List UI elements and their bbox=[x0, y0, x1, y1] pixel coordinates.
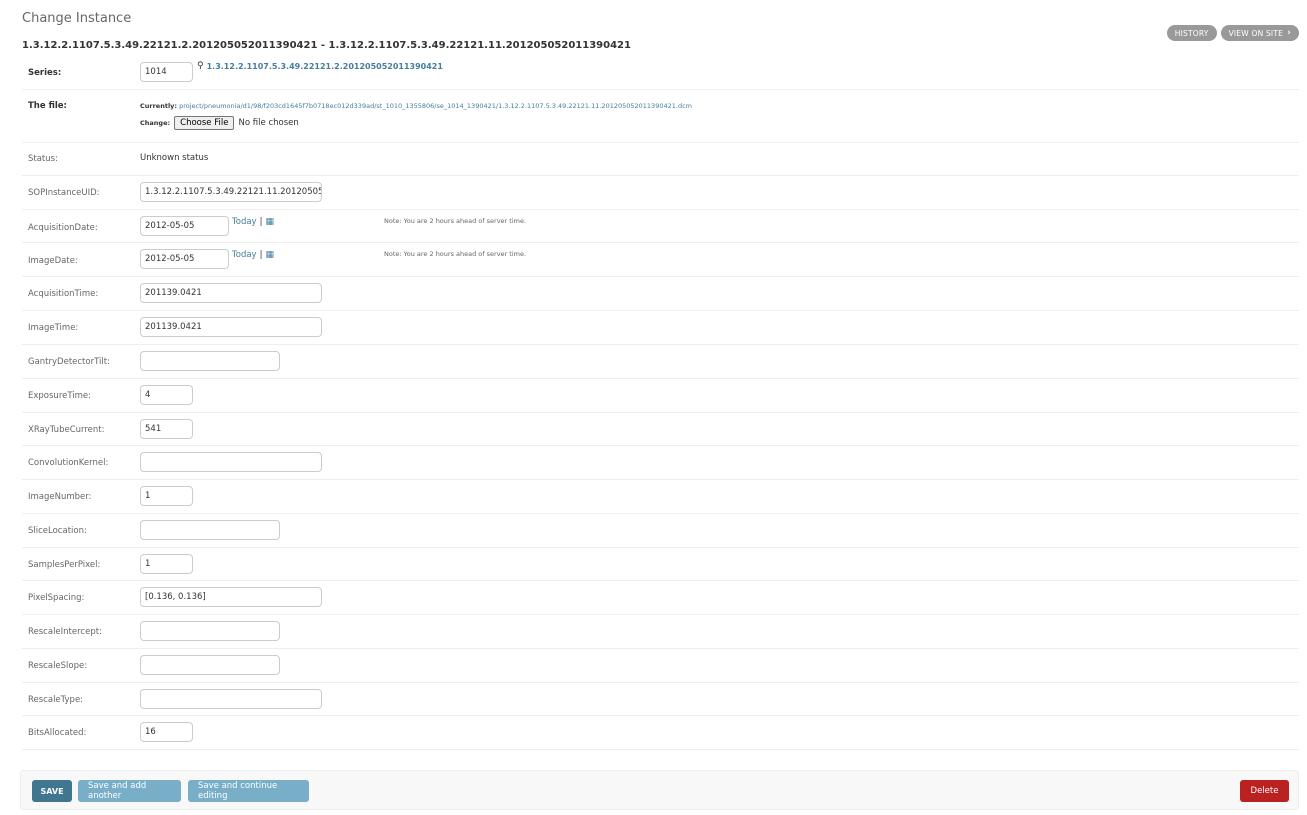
view-on-site-label: VIEW ON SITE bbox=[1228, 28, 1284, 38]
pixel-spacing-input[interactable]: [0.136, 0.136] bbox=[140, 587, 322, 607]
series-lookup-text: 1.3.12.2.1107.5.3.49.22121.2.20120505201… bbox=[206, 61, 443, 71]
form-row-convolution-kernel: ConvolutionKernel: bbox=[22, 446, 1299, 480]
convolution-kernel-input[interactable] bbox=[140, 452, 322, 472]
exposure-time-label: ExposureTime: bbox=[28, 391, 92, 401]
slice-location-input[interactable] bbox=[140, 520, 280, 540]
form-row-acquisition-time: AcquisitionTime: 201139.0421 bbox=[22, 277, 1299, 311]
change-label: Change: bbox=[140, 119, 171, 127]
form-row-pixel-spacing: PixelSpacing: [0.136, 0.136] bbox=[22, 581, 1299, 615]
form-row-exposure-time: ExposureTime: 4 bbox=[22, 379, 1299, 413]
status-label: Status: bbox=[28, 154, 58, 164]
chevron-right-icon: › bbox=[1287, 28, 1291, 38]
delete-button[interactable]: Delete bbox=[1240, 780, 1289, 802]
search-icon: ⚲ bbox=[197, 61, 204, 71]
shortcut-separator: | bbox=[259, 250, 263, 260]
samples-per-pixel-label: SamplesPerPixel: bbox=[28, 560, 101, 570]
sop-uid-label: SOPInstanceUID: bbox=[28, 188, 100, 198]
form-row-image-number: ImageNumber: 1 bbox=[22, 480, 1299, 514]
pixel-spacing-label: PixelSpacing: bbox=[28, 593, 85, 603]
series-input[interactable]: 1014 bbox=[140, 62, 193, 82]
form-row-file: The file: Currently: project/pneumonia/d… bbox=[22, 90, 1299, 143]
save-and-continue-button[interactable]: Save and continue editing bbox=[188, 780, 309, 802]
form-row-status: Status: Unknown status bbox=[22, 143, 1299, 176]
timezone-note: Note: You are 2 hours ahead of server ti… bbox=[384, 250, 527, 258]
object-title: 1.3.12.2.1107.5.3.49.22121.2.20120505201… bbox=[22, 40, 631, 51]
file-label: The file: bbox=[28, 101, 67, 111]
form-row-acquisition-date: AcquisitionDate: 2012-05-05 Today | ▦ No… bbox=[22, 210, 1299, 243]
image-date-shortcuts: Today | ▦ bbox=[232, 250, 274, 260]
image-date-label: ImageDate: bbox=[28, 256, 78, 266]
gantry-tilt-input[interactable] bbox=[140, 351, 280, 371]
bits-allocated-input[interactable]: 16 bbox=[140, 722, 193, 742]
history-label: HISTORY bbox=[1174, 28, 1209, 38]
image-time-input[interactable]: 201139.0421 bbox=[140, 317, 322, 337]
object-tools: HISTORY VIEW ON SITE › bbox=[1166, 25, 1299, 41]
form-row-rescale-intercept: RescaleIntercept: bbox=[22, 615, 1299, 649]
calendar-icon[interactable]: ▦ bbox=[265, 250, 274, 260]
image-time-label: ImageTime: bbox=[28, 323, 79, 333]
exposure-time-input[interactable]: 4 bbox=[140, 385, 193, 405]
acquisition-time-input[interactable]: 201139.0421 bbox=[140, 283, 322, 303]
today-link[interactable]: Today bbox=[232, 217, 257, 227]
acquisition-date-shortcuts: Today | ▦ bbox=[232, 217, 274, 227]
view-on-site-button[interactable]: VIEW ON SITE › bbox=[1220, 25, 1299, 41]
no-file-text: No file chosen bbox=[238, 118, 299, 128]
form-row-slice-location: SliceLocation: bbox=[22, 514, 1299, 548]
page-title: Change Instance bbox=[22, 11, 132, 26]
save-button[interactable]: SAVE bbox=[32, 780, 72, 802]
gantry-tilt-label: GantryDetectorTilt: bbox=[28, 357, 110, 367]
rescale-slope-label: RescaleSlope: bbox=[28, 661, 88, 671]
choose-file-button[interactable]: Choose File bbox=[174, 116, 235, 130]
form-row-rescale-type: RescaleType: bbox=[22, 683, 1299, 716]
bits-allocated-label: BitsAllocated: bbox=[28, 728, 87, 738]
form-row-bits-allocated: BitsAllocated: 16 bbox=[22, 716, 1299, 750]
xray-current-label: XRayTubeCurrent: bbox=[28, 425, 105, 435]
currently-label: Currently: bbox=[140, 102, 178, 110]
history-button[interactable]: HISTORY bbox=[1166, 25, 1217, 41]
series-lookup[interactable]: ⚲ 1.3.12.2.1107.5.3.49.22121.2.201205052… bbox=[197, 61, 443, 71]
convolution-kernel-label: ConvolutionKernel: bbox=[28, 458, 109, 468]
submit-row: SAVE Save and add another Save and conti… bbox=[20, 770, 1299, 810]
image-number-label: ImageNumber: bbox=[28, 492, 92, 502]
file-change: Change: Choose File No file chosen bbox=[140, 116, 299, 130]
status-value: Unknown status bbox=[140, 153, 209, 163]
image-number-input[interactable]: 1 bbox=[140, 486, 193, 506]
form-row-image-date: ImageDate: 2012-05-05 Today | ▦ Note: Yo… bbox=[22, 243, 1299, 277]
form-row-xray-current: XRayTubeCurrent: 541 bbox=[22, 413, 1299, 446]
acquisition-time-label: AcquisitionTime: bbox=[28, 289, 99, 299]
file-currently: Currently: project/pneumonia/d1/98/f203c… bbox=[140, 102, 692, 110]
rescale-intercept-input[interactable] bbox=[140, 621, 280, 641]
current-file-link[interactable]: project/pneumonia/d1/98/f203cd1645f7b071… bbox=[179, 102, 692, 110]
form-row-rescale-slope: RescaleSlope: bbox=[22, 649, 1299, 683]
acquisition-date-input[interactable]: 2012-05-05 bbox=[140, 216, 229, 236]
image-date-input[interactable]: 2012-05-05 bbox=[140, 249, 229, 269]
acquisition-date-label: AcquisitionDate: bbox=[28, 223, 98, 233]
form-row-samples-per-pixel: SamplesPerPixel: 1 bbox=[22, 548, 1299, 581]
xray-current-input[interactable]: 541 bbox=[140, 419, 193, 439]
form-row-series: Series: 1014 ⚲ 1.3.12.2.1107.5.3.49.2212… bbox=[22, 55, 1299, 90]
form-row-image-time: ImageTime: 201139.0421 bbox=[22, 311, 1299, 345]
samples-per-pixel-input[interactable]: 1 bbox=[140, 554, 193, 574]
form-row-sop-uid: SOPInstanceUID: 1.3.12.2.1107.5.3.49.221… bbox=[22, 176, 1299, 210]
rescale-slope-input[interactable] bbox=[140, 655, 280, 675]
rescale-type-input[interactable] bbox=[140, 689, 322, 709]
save-and-add-another-button[interactable]: Save and add another bbox=[78, 780, 181, 802]
rescale-intercept-label: RescaleIntercept: bbox=[28, 627, 102, 637]
sop-uid-input[interactable]: 1.3.12.2.1107.5.3.49.22121.11.2012050520… bbox=[140, 182, 322, 202]
today-link[interactable]: Today bbox=[232, 250, 257, 260]
timezone-note: Note: You are 2 hours ahead of server ti… bbox=[384, 217, 527, 225]
rescale-type-label: RescaleType: bbox=[28, 695, 84, 705]
calendar-icon[interactable]: ▦ bbox=[265, 217, 274, 227]
slice-location-label: SliceLocation: bbox=[28, 526, 87, 536]
shortcut-separator: | bbox=[259, 217, 263, 227]
form-row-gantry-tilt: GantryDetectorTilt: bbox=[22, 345, 1299, 379]
series-label: Series: bbox=[28, 68, 62, 78]
